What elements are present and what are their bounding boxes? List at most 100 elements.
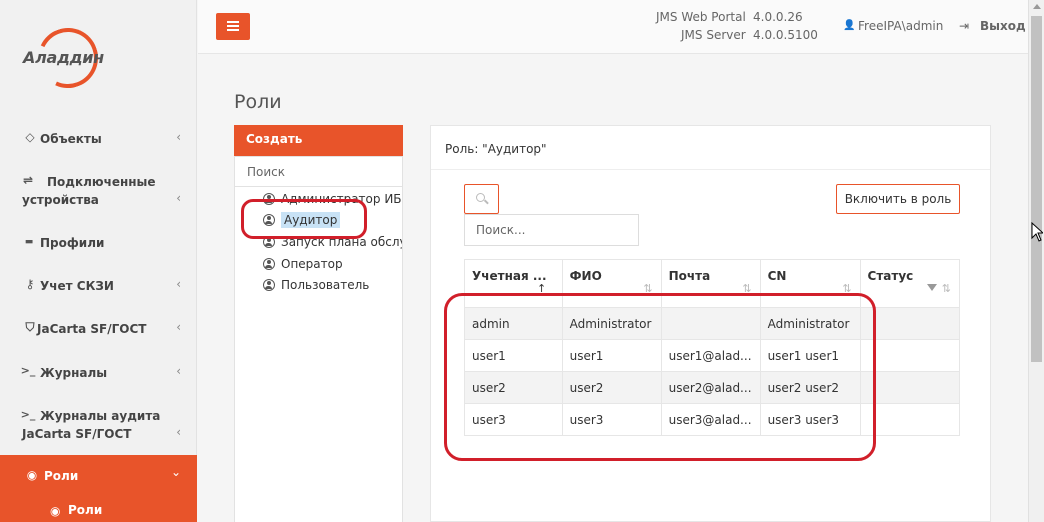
column-label: ФИО [569, 269, 602, 283]
column-header-mail[interactable]: Почта ⇅ [660, 259, 761, 308]
current-user-link[interactable]: FreeIPA\admin [858, 19, 943, 33]
sidebar-subitem-roles[interactable]: ◉ Роли [0, 500, 197, 522]
role-label: Пользователь [281, 278, 370, 292]
column-header-cn[interactable]: CN ⇅ [759, 259, 861, 308]
column-header-fio[interactable]: ФИО ⇅ [561, 259, 662, 308]
role-label: Аудитор [281, 212, 341, 228]
cell-fio: user1 [561, 339, 662, 372]
sidebar-item-audit-journals[interactable]: >_ Журналы аудита JaCarta SF/ГОСТ ‹ [0, 407, 197, 443]
sidebar-item-journals[interactable]: >_ Журналы ‹ [0, 364, 197, 382]
sort-asc-icon[interactable]: ↑ [537, 282, 546, 295]
key-icon: ⚷ [25, 277, 35, 291]
create-role-button[interactable]: Создать [234, 125, 403, 156]
table-header-row: Учетная ... ↑ ФИО ⇅ Почта ⇅ CN ⇅ Статус [464, 259, 961, 308]
top-bar: JMS Web Portal 4.0.0.26 JMS Server 4.0.0… [198, 0, 1028, 54]
portal-version: 4.0.0.26 [753, 10, 803, 24]
cell-cn: Administrator [759, 307, 861, 340]
sidebar-item-label: Роли [44, 469, 79, 483]
sidebar-item-profiles[interactable]: ▬ Профили [0, 234, 197, 252]
roles-search-input[interactable]: Поиск [234, 156, 403, 187]
cell-cn: user1 user1 [759, 339, 861, 372]
sidebar-item-objects[interactable]: ◇ Объекты ‹ [0, 130, 197, 148]
column-label: Учетная ... [472, 269, 547, 283]
user-circle-icon: ◉ [26, 468, 38, 482]
role-item-maintenance-plan[interactable]: Запуск плана обслуживания [263, 232, 402, 252]
diamond-icon: ◇ [25, 130, 35, 144]
menu-toggle-button[interactable] [216, 13, 250, 40]
column-header-account[interactable]: Учетная ... ↑ [464, 259, 563, 308]
table-row[interactable]: admin Administrator Administrator [464, 307, 961, 340]
sidebar-item-label: Объекты [40, 132, 102, 146]
role-label: Запуск плана обслуживания [281, 235, 402, 249]
sort-icon[interactable]: ⇅ [842, 282, 851, 295]
role-item-user[interactable]: Пользователь [263, 275, 369, 295]
sidebar-item-jacarta[interactable]: ⛉ JaCarta SF/ГОСТ ‹ [0, 320, 197, 338]
user-circle-icon [263, 279, 275, 291]
sidebar-item-label-line2: устройства [22, 193, 99, 207]
logout-link[interactable]: Выход [980, 19, 1026, 33]
user-circle-icon: ◉ [50, 504, 61, 518]
cell-account: user1 [464, 339, 563, 372]
folder-icon: ▬ [24, 237, 34, 247]
sidebar-item-devices[interactable]: ⇌ Подключенные устройства ‹ [0, 173, 197, 209]
sort-icon[interactable]: ⇅ [942, 282, 951, 295]
role-users-table: Учетная ... ↑ ФИО ⇅ Почта ⇅ CN ⇅ Статус [464, 259, 961, 436]
table-row[interactable]: user2 user2 user2@alad... user2 user2 [464, 371, 961, 404]
filter-icon[interactable] [927, 284, 937, 291]
search-icon [476, 193, 485, 202]
user-icon: 👤 [843, 20, 856, 31]
role-detail-header: Роль: "Аудитор" [431, 126, 990, 170]
sidebar-item-label: Профили [40, 236, 105, 250]
server-label: JMS Server [681, 28, 746, 42]
page-scrollbar[interactable] [1028, 0, 1044, 522]
cell-status [859, 307, 961, 340]
cell-mail: user3@alad... [660, 403, 761, 436]
cell-mail: user1@alad... [660, 339, 761, 372]
user-circle-icon [263, 214, 275, 226]
sidebar-item-label-line2: JaCarta SF/ГОСТ [22, 427, 132, 441]
hamburger-icon-bar [227, 21, 239, 23]
column-label: Статус [867, 269, 914, 283]
usb-icon: ⇌ [22, 173, 34, 187]
role-item-admin-ib[interactable]: Администратор ИБ [263, 189, 402, 209]
scroll-up-arrow-icon[interactable] [1033, 4, 1041, 9]
server-version: 4.0.0.5100 [753, 28, 818, 42]
cell-cn: user2 user2 [759, 371, 861, 404]
cell-fio: Administrator [561, 307, 662, 340]
role-item-operator[interactable]: Оператор [263, 254, 343, 274]
chevron-left-icon: ‹ [176, 364, 181, 378]
sidebar: Аладдин ◇ Объекты ‹ ⇌ Подключенные устро… [0, 0, 197, 522]
role-item-auditor[interactable]: Аудитор [263, 210, 341, 230]
column-header-status[interactable]: Статус ⇅ [859, 259, 961, 308]
role-label: Оператор [281, 257, 343, 271]
search-toggle-button[interactable] [464, 184, 499, 214]
cell-status [859, 371, 961, 404]
hamburger-icon-bar [227, 25, 239, 27]
page-title: Роли [234, 91, 282, 113]
users-search-input[interactable]: Поиск... [464, 214, 639, 246]
sort-icon[interactable]: ⇅ [742, 282, 751, 295]
portal-label: JMS Web Portal [656, 10, 746, 24]
chevron-left-icon: ‹ [176, 191, 181, 205]
cell-status [859, 339, 961, 372]
terminal-icon: >_ [20, 364, 36, 377]
column-label: CN [767, 269, 787, 283]
sort-icon[interactable]: ⇅ [643, 282, 652, 295]
mouse-cursor-icon [1031, 222, 1043, 242]
user-circle-icon [263, 258, 275, 270]
include-in-role-button[interactable]: Включить в роль [836, 184, 960, 214]
table-row[interactable]: user1 user1 user1@alad... user1 user1 [464, 339, 961, 372]
role-detail-panel: Роль: "Аудитор" Поиск... Включить в роль… [430, 125, 991, 522]
logo-text: Аладдин [23, 48, 104, 67]
sidebar-item-label: Журналы аудита [40, 409, 161, 423]
logout-icon: ⇥ [959, 19, 970, 33]
scrollbar-thumb[interactable] [1031, 16, 1042, 362]
table-row[interactable]: user3 user3 user3@alad... user3 user3 [464, 403, 961, 436]
cell-mail [660, 307, 761, 340]
cell-account: admin [464, 307, 563, 340]
aladdin-logo[interactable]: Аладдин [20, 19, 107, 97]
sidebar-item-skzi[interactable]: ⚷ Учет СКЗИ ‹ [0, 277, 197, 295]
cell-cn: user3 user3 [759, 403, 861, 436]
cell-fio: user3 [561, 403, 662, 436]
column-label: Почта [668, 269, 711, 283]
